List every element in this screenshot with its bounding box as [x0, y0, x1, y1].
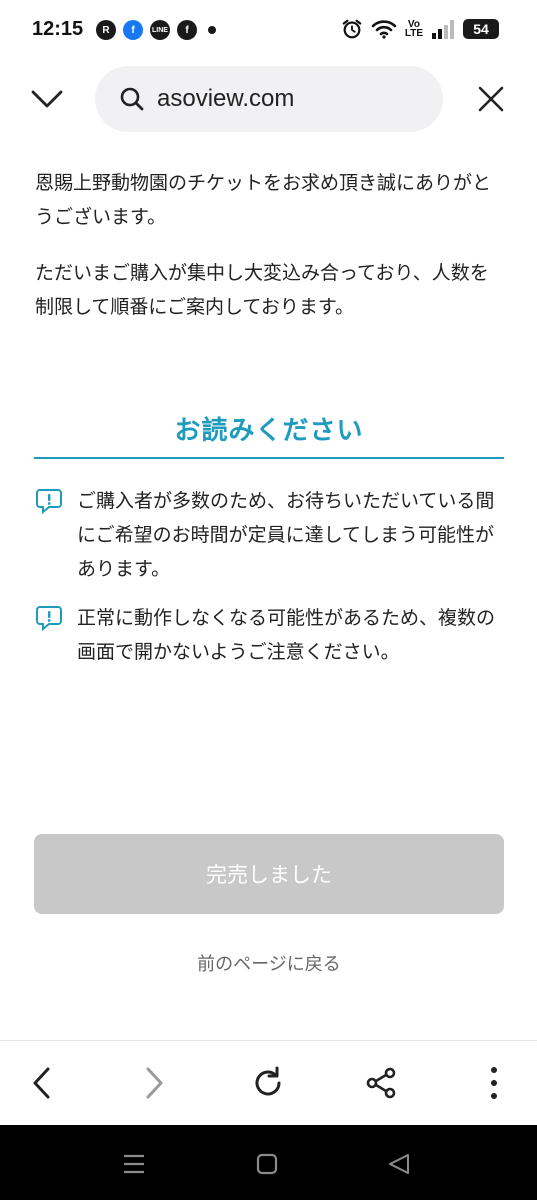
- home-icon: [256, 1153, 278, 1175]
- back-to-previous-page-link[interactable]: 前のページに戻る: [34, 950, 504, 976]
- status-time: 12:15: [32, 18, 84, 40]
- close-icon: [478, 86, 504, 112]
- recents-icon: [124, 1154, 144, 1174]
- wifi-icon: [371, 20, 397, 39]
- share-icon: [366, 1067, 396, 1099]
- system-back-button[interactable]: [384, 1149, 414, 1179]
- browser-url-bar: asoview.com: [0, 64, 537, 134]
- url-field[interactable]: asoview.com: [95, 66, 443, 132]
- notice-divider: [34, 457, 504, 459]
- notice-title: お読みください: [174, 416, 364, 446]
- forward-button[interactable]: [132, 1061, 176, 1105]
- close-button[interactable]: [472, 80, 510, 118]
- notice-item-text: 正常に動作しなくなる可能性があるため、複数の画面で開かないようご注意ください。: [77, 607, 496, 663]
- home-button[interactable]: [252, 1149, 282, 1179]
- back-button[interactable]: [20, 1061, 64, 1105]
- recents-button[interactable]: [119, 1149, 149, 1179]
- share-button[interactable]: [359, 1061, 403, 1105]
- intro-message: 恩賜上野動物園のチケットをお求め頂き誠にありがとうございます。: [35, 172, 492, 228]
- battery-icon: 54: [463, 19, 499, 39]
- info-bubble-icon: [36, 489, 62, 515]
- facebook-icon: f: [123, 20, 143, 40]
- collapse-button[interactable]: [28, 80, 66, 118]
- sold-out-button[interactable]: 完売しました: [34, 834, 504, 914]
- more-notifications-dot-icon: [208, 26, 216, 34]
- forward-arrow-icon: [146, 1067, 163, 1099]
- info-bubble-icon: [36, 606, 62, 632]
- more-vertical-icon: [491, 1067, 497, 1099]
- system-back-icon: [389, 1154, 409, 1174]
- status-bar: 12:15 R f LINE f Vo LTE 54: [0, 0, 537, 62]
- system-icons: Vo LTE 54: [341, 18, 499, 40]
- line-icon: LINE: [150, 20, 170, 40]
- url-text: asoview.com: [157, 85, 295, 112]
- reload-button[interactable]: [246, 1061, 290, 1105]
- signal-icon: [432, 20, 454, 39]
- more-menu-button[interactable]: [472, 1061, 516, 1105]
- rakuten-link-icon: R: [96, 20, 116, 40]
- alarm-icon: [342, 19, 362, 39]
- notice-item: 正常に動作しなくなる可能性があるため、複数の画面で開かないようご注意ください。: [35, 601, 505, 669]
- notification-icons: R f LINE f: [96, 20, 216, 40]
- notice-item: ご購入者が多数のため、お待ちいただいている間にご希望のお時間が定員に達してしまう…: [35, 484, 505, 586]
- browser-toolbar: [0, 1041, 537, 1125]
- search-icon: [117, 84, 147, 114]
- notice-item-text: ご購入者が多数のため、お待ちいただいている間にご希望のお時間が定員に達してしまう…: [77, 490, 495, 580]
- system-navigation-bar: [0, 1125, 537, 1200]
- chevron-down-icon: [31, 90, 63, 108]
- reload-icon: [255, 1066, 281, 1096]
- back-arrow-icon: [33, 1067, 50, 1099]
- volte-bottom-label: LTE: [404, 28, 423, 39]
- volte-indicator: Vo LTE: [404, 20, 423, 39]
- screen: 12:15 R f LINE f Vo LTE 54 asoview.com 恩…: [0, 0, 537, 1200]
- congestion-message: ただいまご購入が集中し大変込み合っており、人数を制限して順番にご案内しております…: [35, 262, 489, 318]
- facebook-icon: f: [177, 20, 197, 40]
